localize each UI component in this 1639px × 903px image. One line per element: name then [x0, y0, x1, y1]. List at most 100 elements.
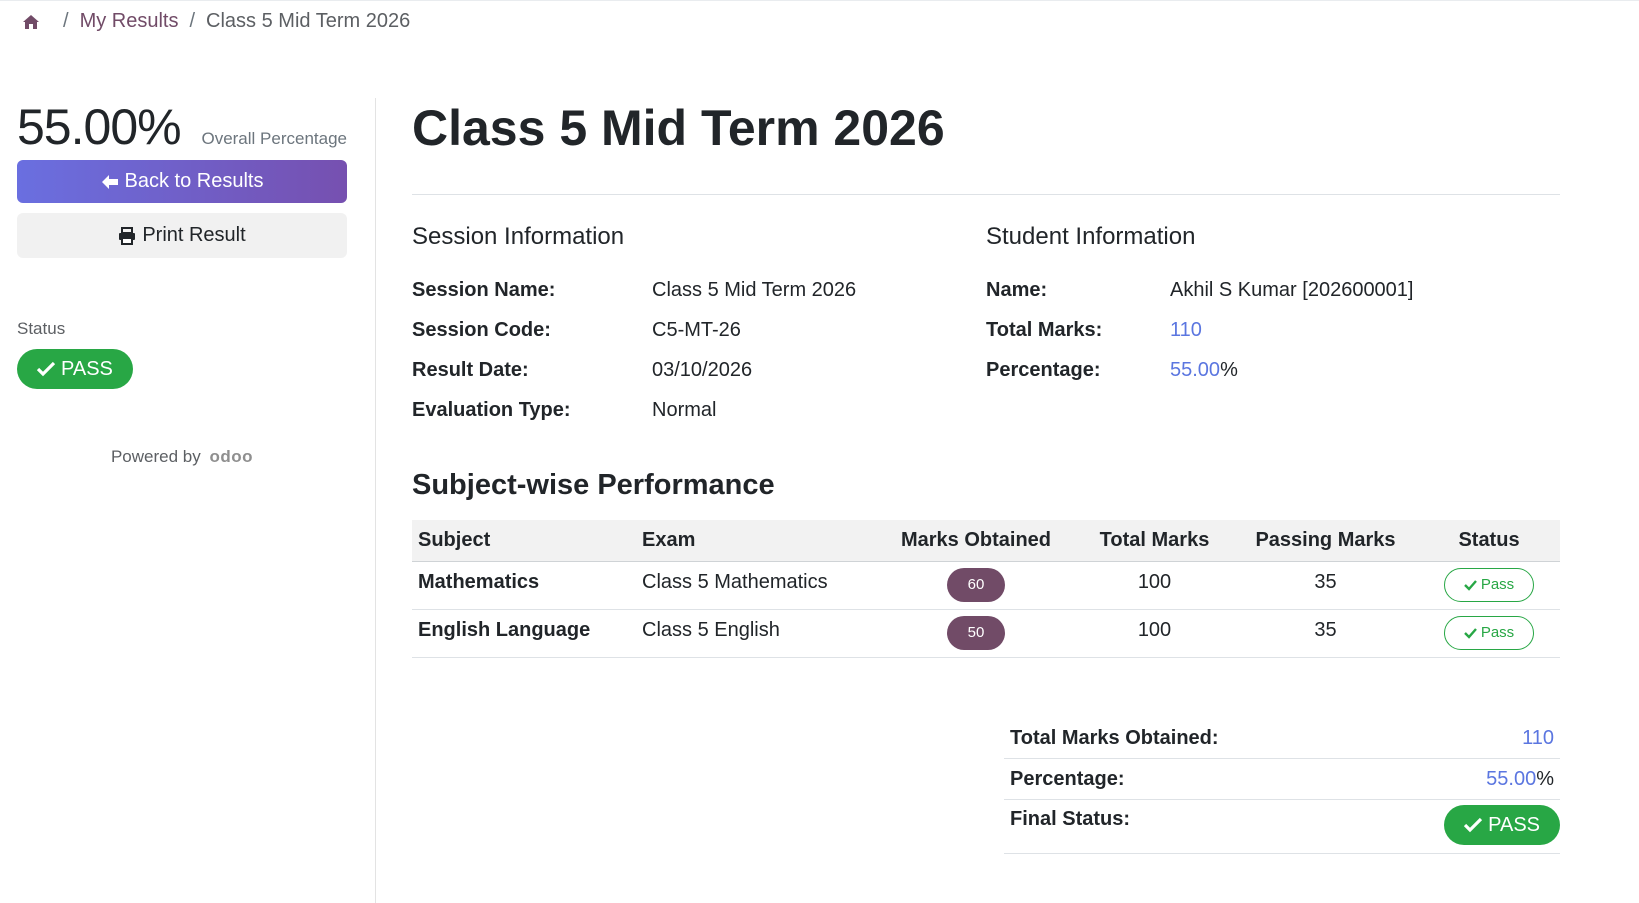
- pass-badge-label: Pass: [1480, 576, 1515, 593]
- summary-percentage-row: Percentage: 55.00%: [1004, 759, 1560, 800]
- page-title: Class 5 Mid Term 2026: [412, 100, 945, 156]
- arrow-left-icon: [101, 174, 118, 189]
- sidebar: 55.00% Overall Percentage Back to Result…: [17, 98, 347, 467]
- exam-cell: Class 5 English: [636, 609, 876, 658]
- printer-icon: [119, 226, 136, 245]
- summary-percentage-unit: %: [1536, 767, 1554, 790]
- breadcrumb-separator: /: [63, 10, 69, 32]
- print-result-label: Print Result: [142, 224, 246, 246]
- main-content: Class 5 Mid Term 2026 Session Informatio…: [412, 98, 1560, 658]
- check-icon: [1464, 817, 1483, 833]
- percentage-row: Percentage: 55.00%: [986, 350, 1560, 390]
- result-date-row: Result Date: 03/10/2026: [412, 350, 986, 390]
- overall-percentage-label: Overall Percentage: [201, 129, 347, 148]
- back-to-results-button[interactable]: Back to Results: [17, 160, 347, 203]
- total-marks-cell: 100: [1076, 609, 1233, 658]
- evaluation-type-value: Normal: [652, 398, 717, 421]
- marks-obtained-cell: 60: [876, 561, 1076, 610]
- evaluation-type-label: Evaluation Type:: [412, 398, 571, 421]
- column-marks-obtained: Marks Obtained: [876, 520, 1076, 562]
- student-information-heading: Student Information: [986, 223, 1196, 250]
- percentage-unit: %: [1220, 358, 1238, 381]
- top-border: [0, 0, 1639, 1]
- column-total-marks: Total Marks: [1076, 520, 1233, 562]
- student-name-label: Name:: [986, 278, 1048, 301]
- subjects-table: Subject Exam Marks Obtained Total Marks …: [412, 520, 1560, 658]
- student-information: Student Information Name: Akhil S Kumar …: [986, 223, 1560, 430]
- passing-marks-cell: 35: [1233, 609, 1418, 658]
- vertical-divider: [375, 98, 376, 903]
- check-icon: [1463, 627, 1477, 639]
- session-name-row: Session Name: Class 5 Mid Term 2026: [412, 270, 986, 310]
- info-grid: Session Information Session Name: Class …: [412, 223, 1560, 430]
- subject-cell: Mathematics: [412, 561, 636, 610]
- total-marks-row: Total Marks: 110: [986, 310, 1560, 350]
- summary-table: Total Marks Obtained: 110 Percentage: 55…: [1004, 718, 1560, 854]
- final-status-badge: PASS: [1444, 805, 1560, 845]
- session-information-heading: Session Information: [412, 223, 625, 250]
- student-name-value: Akhil S Kumar [202600001]: [1170, 278, 1414, 301]
- column-status: Status: [1418, 520, 1560, 562]
- result-date-label: Result Date:: [412, 358, 529, 381]
- student-name-row: Name: Akhil S Kumar [202600001]: [986, 270, 1560, 310]
- session-name-value: Class 5 Mid Term 2026: [652, 278, 857, 301]
- table-row: Mathematics Class 5 Mathematics 60 100 3…: [412, 561, 1560, 610]
- column-exam: Exam: [636, 520, 876, 562]
- breadcrumb-current: Class 5 Mid Term 2026: [206, 10, 411, 32]
- summary-percentage-wrap: 55.00%: [1486, 768, 1554, 791]
- passing-marks-cell: 35: [1233, 561, 1418, 610]
- status-value: PASS: [61, 357, 113, 380]
- total-marks-cell: 100: [1076, 561, 1233, 610]
- back-to-results-label: Back to Results: [124, 170, 264, 192]
- pass-badge: Pass: [1444, 615, 1534, 650]
- summary-final-status-row: Final Status: PASS: [1004, 800, 1560, 854]
- percentage-label: Percentage:: [986, 358, 1101, 381]
- status-cell: Pass: [1418, 609, 1560, 658]
- check-icon: [1463, 579, 1477, 591]
- marks-obtained-cell: 50: [876, 609, 1076, 658]
- home-icon[interactable]: [22, 13, 40, 31]
- status-badge: PASS: [17, 349, 133, 389]
- session-code-label: Session Code:: [412, 318, 551, 341]
- column-passing-marks: Passing Marks: [1233, 520, 1418, 562]
- session-code-value: C5-MT-26: [652, 318, 741, 341]
- odoo-logo[interactable]: odoo: [209, 447, 253, 466]
- pass-badge: Pass: [1444, 567, 1534, 602]
- status-cell: Pass: [1418, 561, 1560, 610]
- overall-percentage-row: 55.00% Overall Percentage: [17, 98, 347, 156]
- print-result-button[interactable]: Print Result: [17, 213, 347, 258]
- overall-percentage-value: 55.00%: [17, 99, 182, 155]
- session-name-label: Session Name:: [412, 278, 556, 301]
- subject-cell: English Language: [412, 609, 636, 658]
- pass-badge-label: Pass: [1480, 624, 1515, 641]
- column-subject: Subject: [412, 520, 636, 562]
- marks-badge: 50: [947, 615, 1005, 650]
- summary-final-status-label: Final Status:: [1010, 808, 1131, 830]
- summary-total-row: Total Marks Obtained: 110: [1004, 718, 1560, 759]
- summary-percentage-value: 55.00: [1486, 767, 1537, 790]
- summary-percentage-label: Percentage:: [1010, 767, 1125, 790]
- total-marks-label: Total Marks:: [986, 318, 1103, 341]
- evaluation-type-row: Evaluation Type: Normal: [412, 390, 986, 430]
- summary-total-value: 110: [1522, 726, 1554, 749]
- powered-by: Powered by odoo: [17, 447, 347, 467]
- session-information: Session Information Session Name: Class …: [412, 223, 986, 430]
- title-divider: [412, 194, 1560, 195]
- breadcrumb-separator: /: [189, 10, 196, 32]
- summary-total-label: Total Marks Obtained:: [1010, 726, 1219, 749]
- table-header-row: Subject Exam Marks Obtained Total Marks …: [412, 520, 1560, 562]
- status-label: Status: [17, 319, 66, 338]
- table-row: English Language Class 5 English 50 100 …: [412, 609, 1560, 658]
- total-marks-value: 110: [1170, 318, 1202, 341]
- powered-by-text: Powered by: [110, 447, 201, 466]
- check-icon: [37, 361, 55, 377]
- session-code-row: Session Code: C5-MT-26: [412, 310, 986, 350]
- final-status-value: PASS: [1488, 813, 1540, 836]
- breadcrumb: / My Results / Class 5 Mid Term 2026: [22, 10, 410, 33]
- result-date-value: 03/10/2026: [652, 358, 753, 381]
- breadcrumb-my-results[interactable]: My Results: [80, 10, 179, 33]
- exam-cell: Class 5 Mathematics: [636, 561, 876, 610]
- subject-performance-heading: Subject-wise Performance: [412, 469, 775, 501]
- marks-badge: 60: [947, 567, 1005, 602]
- percentage-value: 55.00: [1170, 358, 1221, 381]
